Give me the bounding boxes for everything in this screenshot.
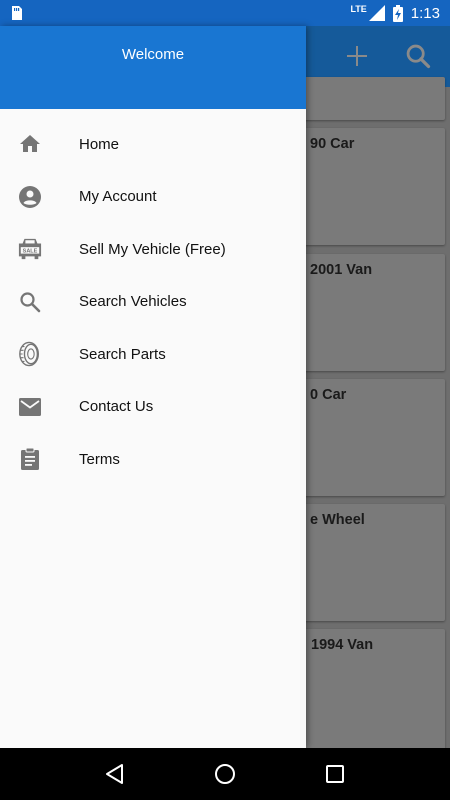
back-button[interactable] [95, 754, 135, 794]
navigation-drawer: Welcome Home My Account SALE Sell My Veh… [0, 26, 306, 748]
home-nav-button[interactable] [205, 754, 245, 794]
menu-item-terms[interactable]: Terms [0, 433, 306, 486]
menu-item-sell-vehicle[interactable]: SALE Sell My Vehicle (Free) [0, 223, 306, 276]
back-icon [106, 764, 123, 784]
sim-icon [12, 6, 22, 20]
status-bar: LTE 1:13 [0, 0, 450, 26]
menu-item-label: Sell My Vehicle (Free) [79, 240, 226, 258]
menu-item-home[interactable]: Home [0, 118, 306, 171]
car-sale-icon: SALE [18, 237, 42, 261]
search-icon [18, 290, 42, 314]
search-button[interactable] [402, 40, 434, 72]
card-title: 90 Car [310, 136, 355, 152]
add-icon [347, 46, 367, 66]
card-title: e Wheel [310, 512, 365, 528]
menu-item-label: Search Vehicles [79, 293, 187, 311]
mail-icon [18, 395, 42, 419]
menu-item-label: Home [79, 135, 120, 153]
menu-item-label: Terms [79, 450, 120, 468]
home-icon [18, 132, 42, 156]
menu-item-label: Contact Us [79, 398, 154, 416]
svg-text:SALE: SALE [23, 249, 38, 255]
recents-button[interactable] [315, 754, 355, 794]
recents-icon [326, 765, 344, 783]
card-title: 1994 Van [311, 637, 374, 653]
clock: 1:13 [410, 4, 440, 22]
card-title: 0 Car [310, 387, 347, 403]
account-circle-icon [18, 185, 42, 209]
home-circle-icon [215, 764, 235, 784]
menu-item-label: Search Parts [79, 345, 166, 363]
tire-icon [18, 342, 42, 367]
menu-item-my-account[interactable]: My Account [0, 171, 306, 224]
menu-item-search-parts[interactable]: Search Parts [0, 328, 306, 381]
drawer-menu: Home My Account SALE Sell My Vehicle (Fr… [0, 109, 306, 486]
signal-icon [368, 5, 385, 21]
system-nav-bar [0, 748, 450, 800]
menu-item-label: My Account [79, 188, 157, 206]
card-title: 2001 Van [310, 262, 373, 278]
drawer-header-title: Welcome [121, 46, 185, 63]
menu-item-search-vehicles[interactable]: Search Vehicles [0, 276, 306, 329]
battery-charging-icon [392, 4, 403, 22]
search-icon [406, 44, 431, 69]
network-type: LTE [350, 4, 367, 14]
clipboard-icon [18, 447, 42, 471]
drawer-header: Welcome [0, 26, 306, 109]
add-button[interactable] [341, 40, 373, 72]
menu-item-contact-us[interactable]: Contact Us [0, 381, 306, 434]
